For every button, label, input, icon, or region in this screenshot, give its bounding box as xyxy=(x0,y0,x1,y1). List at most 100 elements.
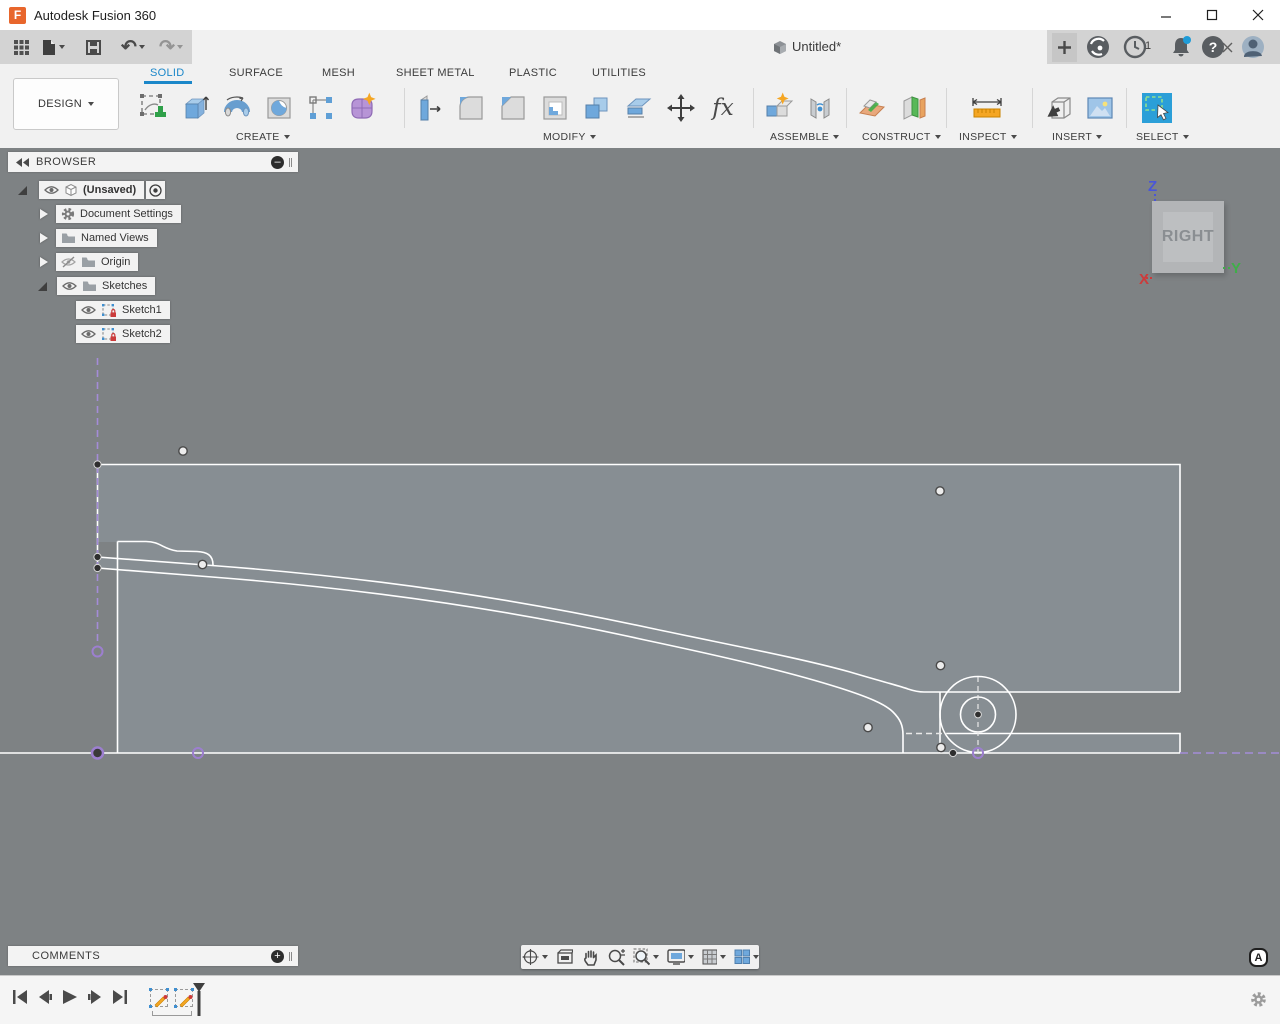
timeline-play-button[interactable] xyxy=(62,989,78,1005)
display-settings-icon[interactable] xyxy=(667,949,685,965)
visibility-eye-icon[interactable] xyxy=(81,329,96,339)
tab-mesh[interactable]: MESH xyxy=(322,67,355,83)
timeline-go-to-end-button[interactable] xyxy=(112,989,128,1005)
comments-panel-header[interactable]: COMMENTS + xyxy=(8,946,298,966)
measure-button[interactable] xyxy=(966,87,1008,129)
revolve-button[interactable] xyxy=(216,87,258,129)
browser-row-origin[interactable]: Origin xyxy=(40,253,138,271)
pattern-button[interactable] xyxy=(300,87,342,129)
file-menu-button[interactable] xyxy=(38,26,68,68)
panel-grip-handle[interactable] xyxy=(289,952,292,961)
tab-sheet-metal[interactable]: SHEET METAL xyxy=(396,67,475,83)
workspace-selector[interactable]: DESIGN xyxy=(13,78,119,130)
zoom-window-icon[interactable] xyxy=(633,948,650,966)
save-button[interactable] xyxy=(78,26,108,68)
viewports-icon[interactable] xyxy=(734,949,750,965)
user-avatar[interactable] xyxy=(1241,35,1265,59)
assemble-group-label[interactable]: ASSEMBLE xyxy=(770,131,839,143)
app-grid-button[interactable] xyxy=(8,26,34,68)
job-status-button[interactable] xyxy=(1123,35,1147,59)
browser-panel-header[interactable]: BROWSER – xyxy=(8,152,298,172)
expand-closed-icon[interactable] xyxy=(40,233,48,243)
timeline-step-back-button[interactable] xyxy=(38,989,53,1005)
document-settings-label: Document Settings xyxy=(80,208,173,220)
tab-plastic[interactable]: PLASTIC xyxy=(509,67,557,83)
timeline-go-to-start-button[interactable] xyxy=(12,989,28,1005)
press-pull-button[interactable] xyxy=(408,87,450,129)
browser-row-sketch1[interactable]: Sketch1 xyxy=(76,301,170,319)
pan-hand-icon[interactable] xyxy=(582,949,598,966)
plane-at-angle-button[interactable] xyxy=(893,87,935,129)
document-tab[interactable]: Untitled* xyxy=(192,30,1047,64)
panel-grip-handle[interactable] xyxy=(289,158,292,167)
panel-minimize-icon[interactable]: – xyxy=(271,156,284,169)
zoom-window-dropdown-caret[interactable] xyxy=(653,955,659,959)
construct-group-label[interactable]: CONSTRUCT xyxy=(862,131,941,143)
timeline-feature-sketch2[interactable] xyxy=(175,989,193,1007)
change-parameters-button[interactable]: fx xyxy=(702,87,744,129)
display-dropdown-caret[interactable] xyxy=(688,955,694,959)
browser-row-sketches[interactable]: Sketches xyxy=(38,277,155,295)
extrude-button[interactable] xyxy=(174,87,216,129)
create-group-label[interactable]: CREATE xyxy=(236,131,290,143)
orbit-dropdown-caret[interactable] xyxy=(542,955,548,959)
look-at-icon[interactable] xyxy=(556,949,573,965)
insert-group-label[interactable]: INSERT xyxy=(1052,131,1102,143)
visibility-eye-icon[interactable] xyxy=(62,281,77,291)
inspect-group-label[interactable]: INSPECT xyxy=(959,131,1017,143)
select-button[interactable] xyxy=(1136,87,1178,129)
browser-row-sketch2[interactable]: Sketch2 xyxy=(76,325,170,343)
chamfer-button[interactable] xyxy=(492,87,534,129)
notifications-button[interactable] xyxy=(1169,35,1193,59)
redo-button[interactable]: ↷ xyxy=(154,26,188,68)
close-button[interactable] xyxy=(1235,0,1280,30)
view-cube[interactable]: RIGHT xyxy=(1152,201,1224,273)
viewports-dropdown-caret[interactable] xyxy=(753,955,759,959)
tab-utilities[interactable]: UTILITIES xyxy=(592,67,646,83)
tab-surface[interactable]: SURFACE xyxy=(229,67,283,83)
expand-closed-icon[interactable] xyxy=(40,209,48,219)
timeline-settings-gear-icon[interactable] xyxy=(1250,991,1267,1008)
help-button[interactable]: ? xyxy=(1201,35,1225,59)
timeline-position-marker[interactable] xyxy=(192,982,206,1016)
offset-plane-button[interactable] xyxy=(851,87,893,129)
shell-button[interactable] xyxy=(534,87,576,129)
browser-row-named-views[interactable]: Named Views xyxy=(40,229,157,247)
grid-dropdown-caret[interactable] xyxy=(720,955,726,959)
insert-derive-button[interactable] xyxy=(1037,87,1079,129)
expand-open-icon[interactable] xyxy=(18,186,27,195)
create-form-button[interactable] xyxy=(342,87,384,129)
combine-button[interactable] xyxy=(576,87,618,129)
create-sketch-button[interactable] xyxy=(132,87,174,129)
fillet-button[interactable] xyxy=(450,87,492,129)
comments-expand-icon[interactable]: + xyxy=(271,950,284,963)
canvas-button[interactable] xyxy=(1079,87,1121,129)
timeline-feature-sketch1[interactable] xyxy=(150,989,168,1007)
activate-component-radio[interactable] xyxy=(146,181,165,199)
hole-button[interactable] xyxy=(258,87,300,129)
move-copy-button[interactable] xyxy=(660,87,702,129)
browser-row-root[interactable]: (Unsaved) xyxy=(18,181,165,199)
expand-closed-icon[interactable] xyxy=(40,257,48,267)
maximize-button[interactable] xyxy=(1189,0,1234,30)
new-component-button[interactable] xyxy=(757,87,799,129)
expand-open-icon[interactable] xyxy=(38,282,47,291)
collapse-panel-icon[interactable] xyxy=(16,158,30,167)
visibility-off-eye-icon[interactable] xyxy=(61,256,76,268)
modify-group-label[interactable]: MODIFY xyxy=(543,131,596,143)
grid-snap-icon[interactable] xyxy=(702,949,717,965)
action-badge[interactable]: A xyxy=(1249,948,1268,967)
offset-face-button[interactable] xyxy=(618,87,660,129)
visibility-eye-icon[interactable] xyxy=(81,305,96,315)
visibility-eye-icon[interactable] xyxy=(44,185,59,195)
new-tab-button[interactable] xyxy=(1052,33,1077,62)
joint-button[interactable] xyxy=(799,87,841,129)
select-group-label[interactable]: SELECT xyxy=(1136,131,1189,143)
undo-button[interactable]: ↶ xyxy=(116,26,150,68)
orbit-icon[interactable] xyxy=(521,948,539,966)
timeline-step-forward-button[interactable] xyxy=(87,989,102,1005)
extensions-button[interactable] xyxy=(1086,35,1110,59)
minimize-button[interactable] xyxy=(1143,0,1188,30)
browser-row-document-settings[interactable]: Document Settings xyxy=(40,205,181,223)
zoom-icon[interactable] xyxy=(607,948,625,966)
